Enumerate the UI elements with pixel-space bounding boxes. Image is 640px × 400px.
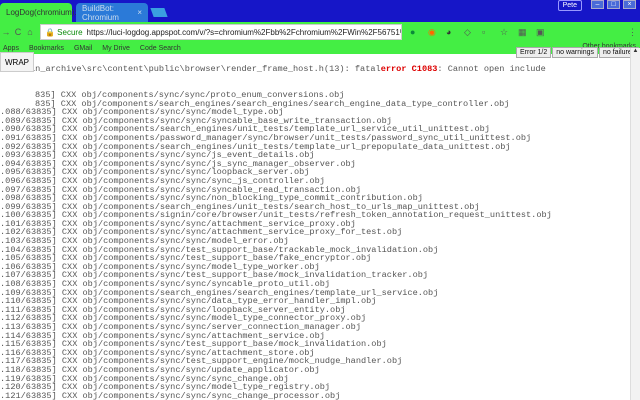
extension-icon[interactable]: ◕ (446, 27, 451, 37)
tab-label: BuildBot: Chromium (82, 3, 119, 22)
secure-indicator[interactable]: 🔒 Secure (45, 28, 83, 37)
bookmark-star-icon[interactable]: ☆ (500, 27, 508, 38)
tab-logdog[interactable]: LogDog(chromium):× (0, 3, 85, 22)
minimize-button[interactable]: – (591, 0, 604, 9)
forward-button[interactable]: → (0, 27, 12, 37)
reload-button[interactable]: C (12, 27, 24, 37)
extension-icon[interactable]: ▫ (482, 27, 485, 37)
tab-buildbot[interactable]: BuildBot: Chromium × (76, 3, 148, 22)
log-output: in_archive\src\content\public\browser\re… (0, 48, 628, 400)
extension-icon[interactable]: ▦ (518, 27, 527, 38)
close-window-button[interactable]: × (623, 0, 636, 9)
user-profile-button[interactable]: Pete (557, 0, 582, 11)
extension-icon[interactable]: ▣ (536, 27, 545, 38)
error-nav-button[interactable]: Error 1/2 (516, 47, 552, 58)
warnings-button[interactable]: no warnings (552, 47, 598, 58)
title-bar: LogDog(chromium):× BuildBot: Chromium× P… (0, 0, 640, 22)
error-text: error C1083 (380, 64, 438, 75)
maximize-button[interactable]: □ (607, 0, 620, 9)
scrollbar[interactable]: ▲ (630, 48, 640, 400)
home-button[interactable]: ⌂ (24, 27, 36, 37)
scroll-up-icon[interactable]: ▲ (631, 48, 640, 54)
new-tab-button[interactable] (150, 8, 168, 17)
address-bar[interactable]: 🔒 Secure https://luci-logdog.appspot.com… (40, 24, 402, 40)
close-tab-icon[interactable]: × (137, 8, 142, 17)
log-filters: Error 1/2 no warnings no failures (516, 47, 640, 58)
log-text: in_archive\src\content\public\browser\re… (30, 64, 381, 75)
extension-icon[interactable]: ● (410, 27, 415, 37)
extension-icon[interactable]: ◇ (464, 27, 471, 38)
log-line-error: in_archive\src\content\public\browser\re… (0, 65, 628, 74)
extension-icon[interactable]: ◉ (428, 27, 436, 38)
menu-icon[interactable]: ⋮ (628, 27, 637, 38)
log-text: : Cannot open include (437, 64, 546, 75)
url-text[interactable]: https://luci-logdog.appspot.com/v/?s=chr… (87, 28, 401, 37)
wrap-toggle-button[interactable]: WRAP (0, 52, 34, 72)
tab-label: LogDog(chromium): (6, 8, 77, 17)
